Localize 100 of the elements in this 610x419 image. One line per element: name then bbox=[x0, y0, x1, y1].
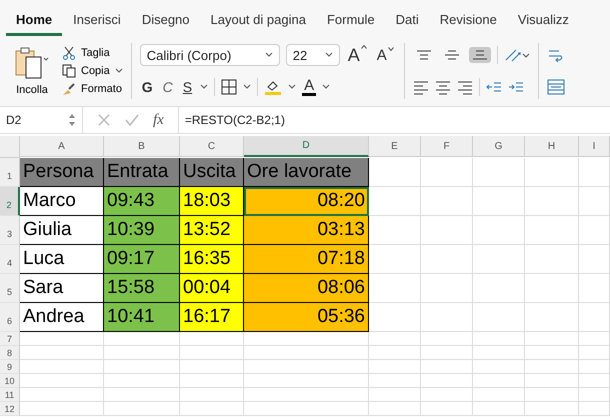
table-cell: 09:17 bbox=[104, 245, 180, 274]
row-header[interactable]: 1 bbox=[0, 158, 20, 187]
empty-cell bbox=[579, 332, 610, 346]
check-icon[interactable] bbox=[125, 113, 139, 127]
row-header[interactable]: 12 bbox=[0, 402, 20, 416]
paste-button[interactable]: Incolla bbox=[8, 46, 56, 96]
caret-icon bbox=[322, 84, 330, 90]
ribbon-tab[interactable]: Layout di pagina bbox=[200, 12, 316, 36]
ribbon-tab[interactable]: Visualizz bbox=[508, 12, 579, 36]
empty-cell bbox=[579, 346, 610, 360]
empty-cell bbox=[421, 158, 473, 187]
ribbon-tab[interactable]: Disegno bbox=[132, 12, 200, 36]
underline-button[interactable]: S bbox=[180, 79, 194, 95]
decrease-indent-icon[interactable] bbox=[486, 80, 502, 94]
empty-cell bbox=[369, 346, 421, 360]
name-box[interactable]: D2 bbox=[0, 107, 83, 133]
font-family-dropdown[interactable]: Calibri (Corpo) bbox=[140, 44, 280, 66]
column-header[interactable]: B bbox=[104, 136, 180, 157]
stepper-icon bbox=[68, 113, 76, 127]
row-header[interactable]: 9 bbox=[0, 360, 20, 374]
empty-cell bbox=[473, 303, 525, 332]
copy-button[interactable]: Copia bbox=[62, 63, 123, 79]
font-color-button[interactable]: A bbox=[302, 78, 316, 96]
empty-cell bbox=[473, 402, 525, 416]
table-cell: Persona bbox=[20, 158, 104, 187]
insert-function-button[interactable]: fx bbox=[153, 112, 164, 128]
empty-cell bbox=[525, 187, 579, 216]
row-header[interactable]: 11 bbox=[0, 388, 20, 402]
grow-font-button[interactable]: A bbox=[346, 44, 369, 66]
ribbon-tab[interactable]: Formule bbox=[316, 12, 385, 36]
align-icon bbox=[416, 50, 431, 60]
align-center-icon[interactable] bbox=[434, 79, 451, 95]
column-header[interactable]: I bbox=[579, 136, 610, 157]
ribbon-tab[interactable]: Inserisci bbox=[63, 12, 131, 36]
column-header[interactable]: A bbox=[20, 136, 104, 157]
empty-cell bbox=[369, 374, 421, 388]
row-header[interactable]: 2 bbox=[0, 187, 20, 216]
scissors-icon bbox=[62, 46, 76, 60]
empty-cell bbox=[369, 332, 421, 346]
empty-cell bbox=[421, 274, 473, 303]
table-cell: 08:06 bbox=[244, 274, 369, 303]
column-header[interactable]: H bbox=[525, 136, 579, 157]
table-cell: 00:04 bbox=[180, 274, 244, 303]
table-cell: 16:35 bbox=[180, 245, 244, 274]
empty-cell bbox=[579, 360, 610, 374]
increase-indent-icon[interactable] bbox=[508, 80, 524, 94]
table-cell: Marco bbox=[20, 187, 104, 216]
table-cell: Entrata bbox=[104, 158, 180, 187]
vertical-align-button[interactable] bbox=[468, 47, 491, 63]
row-header[interactable]: 4 bbox=[0, 245, 20, 274]
table-cell: 10:41 bbox=[104, 303, 180, 332]
empty-cell bbox=[421, 388, 473, 402]
align-right-icon[interactable] bbox=[456, 79, 473, 95]
borders-icon[interactable] bbox=[221, 79, 238, 95]
caret-icon bbox=[264, 52, 273, 58]
table-cell: Uscita bbox=[180, 158, 244, 187]
row-header[interactable]: 10 bbox=[0, 374, 20, 388]
column-header[interactable]: F bbox=[421, 136, 473, 157]
empty-cell bbox=[180, 388, 244, 402]
row-header[interactable]: 7 bbox=[0, 332, 20, 346]
empty-cell bbox=[579, 388, 610, 402]
column-header[interactable]: C bbox=[180, 136, 244, 157]
table-cell: Giulia bbox=[20, 216, 104, 245]
row-header[interactable]: 6 bbox=[0, 303, 20, 332]
empty-cell bbox=[525, 332, 579, 346]
empty-cell bbox=[525, 346, 579, 360]
shrink-font-button[interactable]: A bbox=[374, 46, 396, 64]
table-cell: 13:52 bbox=[180, 216, 244, 245]
font-size-dropdown[interactable]: 22 bbox=[286, 44, 340, 66]
empty-cell bbox=[579, 374, 610, 388]
empty-cell bbox=[421, 187, 473, 216]
cut-button[interactable]: Taglia bbox=[62, 45, 123, 61]
align-left-icon[interactable] bbox=[412, 79, 429, 95]
column-header[interactable]: G bbox=[473, 136, 525, 157]
empty-cell bbox=[525, 402, 579, 416]
ribbon-tab[interactable]: Dati bbox=[386, 12, 429, 36]
empty-cell bbox=[473, 346, 525, 360]
table-cell: Andrea bbox=[20, 303, 104, 332]
italic-button[interactable]: C bbox=[160, 79, 175, 95]
row-header[interactable]: 5 bbox=[0, 274, 20, 303]
empty-cell bbox=[525, 374, 579, 388]
column-header[interactable]: E bbox=[369, 136, 421, 157]
format-painter-button[interactable]: Formato bbox=[62, 81, 123, 97]
table-cell: Ore lavorate bbox=[244, 158, 369, 187]
empty-cell bbox=[473, 187, 525, 216]
brush-icon bbox=[62, 82, 76, 96]
empty-cell bbox=[525, 245, 579, 274]
empty-cell bbox=[473, 360, 525, 374]
empty-cell bbox=[421, 303, 473, 332]
empty-cell bbox=[473, 274, 525, 303]
bold-button[interactable]: G bbox=[140, 79, 155, 95]
column-header[interactable]: D bbox=[244, 136, 369, 157]
formula-field[interactable]: =RESTO(C2-B2;1) bbox=[178, 107, 610, 133]
row-header[interactable]: 8 bbox=[0, 346, 20, 360]
ribbon-tab[interactable]: Revisione bbox=[430, 12, 507, 36]
empty-cell bbox=[525, 274, 579, 303]
up-chevron-icon bbox=[360, 44, 367, 48]
empty-cell bbox=[369, 402, 421, 416]
row-header[interactable]: 3 bbox=[0, 216, 20, 245]
merge-cells-icon[interactable] bbox=[546, 79, 565, 95]
